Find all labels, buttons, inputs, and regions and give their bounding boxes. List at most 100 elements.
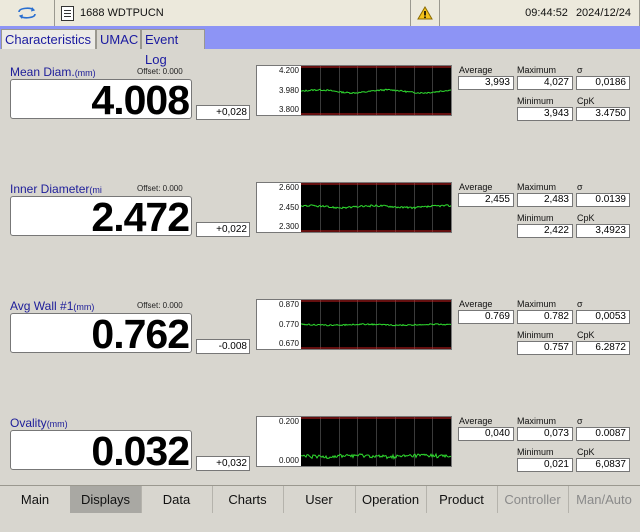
ovality-deviation: +0,032 (196, 456, 250, 471)
avg-wall-value[interactable]: 0.762 (10, 313, 192, 355)
inner-diameter-offset: Offset: 0.000 (137, 184, 183, 193)
inner-diameter-average-label: Average (459, 182, 493, 192)
panel-ovality: Ovality(mm) 0.032 +0,032 0.200 0.000 Ave… (0, 416, 640, 532)
mean-diam-average-value: 3,993 (458, 76, 514, 90)
inner-diameter-title-text: Inner Diameter (10, 182, 90, 196)
tab-characteristics[interactable]: Characteristics (1, 29, 96, 49)
nav-displays[interactable]: Displays (70, 486, 142, 513)
product-name: 1688 WDTPUCN (80, 7, 164, 19)
avg-wall-average-value: 0.769 (458, 310, 514, 324)
inner-diameter-ymax-label: 2.600 (278, 183, 299, 192)
avg-wall-cpk-value: 6.2872 (576, 341, 630, 355)
inner-diameter-minimum-label: Minimum (517, 213, 554, 223)
nav-user[interactable]: User (283, 486, 356, 513)
time-text: 09:44:52 (525, 7, 568, 19)
document-icon (61, 5, 74, 21)
mean-diam-title: Mean Diam.(mm) (10, 65, 96, 79)
mean-diam-cpk-label: CpK (577, 96, 595, 106)
inner-diameter-trend-chart[interactable]: 2.600 2.450 2.300 (256, 182, 452, 233)
tab-umac[interactable]: UMAC (96, 29, 141, 49)
nav-charts[interactable]: Charts (212, 486, 284, 513)
mean-diam-value[interactable]: 4.008 (10, 79, 192, 121)
avg-wall-trend-svg (301, 300, 451, 349)
avg-wall-minimum-label: Minimum (517, 330, 554, 340)
mean-diam-cpk-value: 3.4750 (576, 107, 630, 121)
ovality-title-text: Ovality (10, 416, 47, 430)
ovality-sigma-value: 0.0087 (576, 427, 630, 441)
ovality-cpk-value: 6,0837 (576, 458, 630, 472)
warning-button[interactable] (411, 0, 440, 26)
avg-wall-offset: Offset: 0.000 (137, 301, 183, 310)
avg-wall-sigma-label: σ (577, 299, 583, 309)
ovality-ymin-label: 0.000 (278, 456, 299, 465)
nav-operation[interactable]: Operation (355, 486, 427, 513)
avg-wall-ymid-label: 0.770 (278, 320, 299, 329)
inner-diameter-plot-area (301, 183, 451, 232)
mean-diam-maximum-label: Maximum (517, 65, 557, 75)
nav-man-auto[interactable]: Man/Auto (568, 486, 640, 513)
avg-wall-title-text: Avg Wall #1 (10, 299, 74, 313)
avg-wall-ymax-label: 0.870 (278, 300, 299, 309)
ovality-minimum-value: 0,021 (517, 458, 573, 472)
mean-diam-minimum-label: Minimum (517, 96, 554, 106)
avg-wall-minimum-value: 0.757 (517, 341, 573, 355)
nav-data[interactable]: Data (141, 486, 213, 513)
avg-wall-maximum-value: 0.782 (517, 310, 573, 324)
mean-diam-title-text: Mean Diam. (10, 65, 75, 79)
mean-diam-ymax-label: 4.200 (278, 66, 299, 75)
inner-diameter-ymin-label: 2.300 (278, 222, 299, 231)
ovality-plot-area (301, 417, 451, 466)
ovality-trend-svg (301, 417, 451, 466)
inner-diameter-sigma-value: 0.0139 (576, 193, 630, 207)
inner-diameter-title: Inner Diameter(mi (10, 182, 102, 196)
nav-controller[interactable]: Controller (497, 486, 569, 513)
ovality-average-label: Average (459, 416, 493, 426)
inner-diameter-trend-svg (301, 183, 451, 232)
inner-diameter-average-value: 2,455 (458, 193, 514, 207)
mean-diam-trend-svg (301, 66, 451, 115)
tab-strip: Characteristics UMAC Event Log (0, 26, 640, 67)
nav-product[interactable]: Product (426, 486, 498, 513)
top-bar: 1688 WDTPUCN 09:44:52 2024/12/24 (0, 0, 640, 27)
tab-event-log[interactable]: Event Log (141, 29, 205, 67)
inner-diameter-cpk-label: CpK (577, 213, 595, 223)
avg-wall-plot-area (301, 300, 451, 349)
warning-icon (417, 6, 433, 20)
date-text: 2024/12/24 (575, 7, 631, 19)
inner-diameter-sigma-label: σ (577, 182, 583, 192)
refresh-icon (18, 7, 36, 19)
ovality-minimum-label: Minimum (517, 447, 554, 457)
panel-avg-wall: Avg Wall #1(mm) Offset: 0.000 0.762 -0.0… (0, 299, 640, 415)
ovality-maximum-label: Maximum (517, 416, 557, 426)
nav-main[interactable]: Main (0, 486, 71, 513)
ovality-sigma-label: σ (577, 416, 583, 426)
avg-wall-maximum-label: Maximum (517, 299, 557, 309)
mean-diam-trend-chart[interactable]: 4.200 3.980 3.800 (256, 65, 452, 116)
refresh-button[interactable] (0, 0, 55, 26)
inner-diameter-ymid-label: 2.450 (278, 203, 299, 212)
ovality-cpk-label: CpK (577, 447, 595, 457)
inner-diameter-maximum-value: 2,483 (517, 193, 573, 207)
ovality-unit: (mm) (46, 419, 68, 429)
panel-mean-diam: Mean Diam.(mm) Offset: 0.000 4.008 +0,02… (0, 65, 640, 181)
avg-wall-trend-chart[interactable]: 0.870 0.770 0.670 (256, 299, 452, 350)
inner-diameter-maximum-label: Maximum (517, 182, 557, 192)
mean-diam-plot-area (301, 66, 451, 115)
inner-diameter-minimum-value: 2,422 (517, 224, 573, 238)
ovality-trend-chart[interactable]: 0.200 0.000 (256, 416, 452, 467)
ovality-maximum-value: 0,073 (517, 427, 573, 441)
inner-diameter-value[interactable]: 2.472 (10, 196, 192, 238)
panel-inner-diameter: Inner Diameter(mi Offset: 0.000 2.472 +0… (0, 182, 640, 298)
mean-diam-sigma-label: σ (577, 65, 583, 75)
ovality-average-value: 0,040 (458, 427, 514, 441)
inner-diameter-deviation: +0,022 (196, 222, 250, 237)
avg-wall-title: Avg Wall #1(mm) (10, 299, 94, 313)
inner-diameter-cpk-value: 3,4923 (576, 224, 630, 238)
ovality-ymax-label: 0.200 (278, 417, 299, 426)
bottom-nav: Main Displays Data Charts User Operation… (0, 485, 640, 513)
product-selector[interactable]: 1688 WDTPUCN (55, 0, 411, 26)
mean-diam-average-label: Average (459, 65, 493, 75)
mean-diam-offset: Offset: 0.000 (137, 67, 183, 76)
ovality-value[interactable]: 0.032 (10, 430, 192, 472)
avg-wall-average-label: Average (459, 299, 493, 309)
